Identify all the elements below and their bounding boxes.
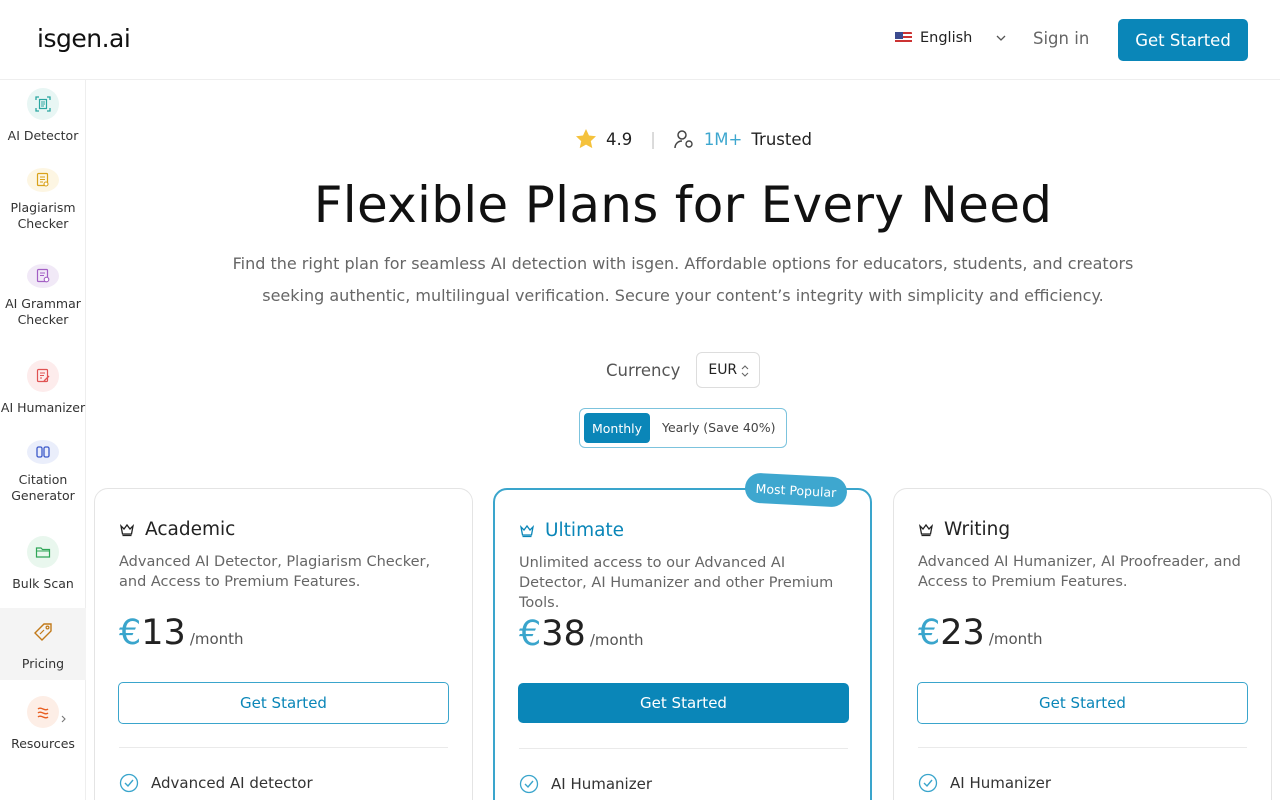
rating-separator: | bbox=[650, 129, 656, 149]
sidebar-item-label: Citation Generator bbox=[11, 472, 75, 503]
logo[interactable]: isgen.ai bbox=[37, 24, 131, 53]
feature-item: Advanced AI detector bbox=[119, 773, 313, 793]
sidebar: AI Detector Plagiarism Checker AI Gramma… bbox=[0, 80, 86, 800]
tag-icon bbox=[27, 616, 59, 648]
crown-icon bbox=[918, 523, 934, 536]
price-amount: 23 bbox=[940, 613, 985, 653]
most-popular-badge: Most Popular bbox=[744, 472, 848, 508]
sidebar-item-resources[interactable]: Resources bbox=[0, 688, 86, 760]
billing-toggle: Monthly Yearly (Save 40%) bbox=[579, 408, 787, 448]
document-search-icon bbox=[27, 168, 59, 192]
page-title: Flexible Plans for Every Need bbox=[313, 176, 1053, 234]
sort-arrows-icon bbox=[741, 365, 749, 377]
plan-description: Unlimited access to our Advanced AI Dete… bbox=[519, 555, 834, 611]
plan-card-academic: Academic Advanced AI Detector, Plagiaris… bbox=[94, 488, 473, 800]
academic-get-started-button[interactable]: Get Started bbox=[118, 682, 449, 724]
trusted-label: Trusted bbox=[751, 129, 812, 149]
check-circle-icon bbox=[119, 773, 139, 793]
feature-label: AI Humanizer bbox=[551, 775, 652, 793]
chevron-down-icon bbox=[996, 35, 1006, 41]
plan-title: Writing bbox=[918, 519, 1010, 540]
folder-icon bbox=[27, 536, 59, 568]
currency-row: Currency EUR bbox=[606, 352, 761, 388]
check-circle-icon bbox=[918, 773, 938, 793]
check-circle-icon bbox=[519, 774, 539, 794]
sidebar-item-plagiarism-checker[interactable]: Plagiarism Checker bbox=[0, 160, 86, 232]
writing-get-started-button[interactable]: Get Started bbox=[917, 682, 1248, 724]
price-period: /month bbox=[189, 630, 244, 648]
sidebar-item-pricing[interactable]: Pricing bbox=[0, 608, 86, 680]
rating-value: 4.9 bbox=[606, 129, 633, 149]
ultimate-get-started-button[interactable]: Get Started bbox=[518, 683, 849, 723]
crown-icon bbox=[519, 524, 535, 537]
document-scan-icon bbox=[27, 88, 59, 120]
price-amount: 13 bbox=[141, 613, 186, 653]
crown-icon bbox=[119, 523, 135, 536]
document-edit-icon bbox=[27, 264, 59, 288]
language-label: English bbox=[920, 30, 973, 46]
resources-icon bbox=[27, 696, 59, 728]
divider bbox=[519, 748, 848, 749]
star-icon bbox=[576, 129, 596, 149]
feature-label: AI Humanizer bbox=[950, 774, 1051, 792]
plan-description: Advanced AI Humanizer, AI Proofreader, a… bbox=[918, 554, 1241, 590]
plan-name: Academic bbox=[145, 519, 236, 540]
plan-description: Advanced AI Detector, Plagiarism Checker… bbox=[119, 554, 431, 590]
divider bbox=[918, 747, 1247, 748]
sidebar-item-ai-humanizer[interactable]: AI Humanizer bbox=[0, 352, 86, 424]
sidebar-item-label: AI Grammar Checker bbox=[5, 296, 81, 327]
sidebar-item-bulk-scan[interactable]: Bulk Scan bbox=[0, 528, 86, 600]
sidebar-item-label: Bulk Scan bbox=[12, 576, 74, 591]
sidebar-item-label: AI Humanizer bbox=[0, 400, 86, 415]
currency-symbol: € bbox=[119, 613, 142, 653]
top-header: isgen.ai English Sign in Get Started bbox=[0, 0, 1280, 80]
plan-title: Ultimate bbox=[519, 520, 624, 541]
feature-label: Advanced AI detector bbox=[151, 774, 313, 792]
rating-bar: 4.9 | 1M+ Trusted bbox=[574, 127, 812, 151]
billing-monthly-option[interactable]: Monthly bbox=[584, 413, 650, 443]
plan-card-writing: Writing Advanced AI Humanizer, AI Proofr… bbox=[893, 488, 1272, 800]
sign-in-link[interactable]: Sign in bbox=[1033, 29, 1089, 48]
sidebar-item-label: AI Detector bbox=[7, 128, 79, 143]
currency-value: EUR bbox=[708, 362, 738, 378]
plan-title: Academic bbox=[119, 519, 235, 540]
sidebar-item-citation-generator[interactable]: Citation Generator bbox=[0, 432, 86, 504]
price-period: /month bbox=[589, 631, 644, 649]
user-settings-icon bbox=[674, 130, 693, 149]
page-subtitle: Find the right plan for seamless AI dete… bbox=[232, 254, 1134, 305]
sidebar-item-ai-detector[interactable]: AI Detector bbox=[0, 80, 86, 152]
plan-name: Writing bbox=[944, 519, 1011, 540]
plan-price: € 38 /month bbox=[519, 614, 644, 654]
users-count: 1M+ bbox=[703, 129, 743, 149]
currency-symbol: € bbox=[918, 613, 941, 653]
plan-name: Ultimate bbox=[545, 520, 625, 541]
quote-icon bbox=[27, 440, 59, 464]
get-started-button[interactable]: Get Started bbox=[1118, 19, 1248, 61]
currency-label: Currency bbox=[606, 360, 681, 380]
feature-item: AI Humanizer bbox=[918, 773, 1051, 793]
plan-price: € 13 /month bbox=[119, 613, 244, 653]
price-period: /month bbox=[988, 630, 1043, 648]
sidebar-item-label: Plagiarism Checker bbox=[10, 200, 76, 231]
language-selector[interactable]: English bbox=[895, 30, 1006, 46]
us-flag-icon bbox=[895, 32, 912, 44]
currency-symbol: € bbox=[519, 614, 542, 654]
sidebar-item-ai-grammar-checker[interactable]: AI Grammar Checker bbox=[0, 256, 86, 328]
feature-item: AI Humanizer bbox=[519, 774, 652, 794]
plan-card-ultimate: Ultimate Unlimited access to our Advance… bbox=[493, 488, 872, 800]
chevron-right-icon bbox=[61, 715, 66, 723]
divider bbox=[119, 747, 448, 748]
currency-select[interactable]: EUR bbox=[696, 352, 761, 388]
sidebar-item-label: Pricing bbox=[21, 656, 65, 671]
billing-yearly-option[interactable]: Yearly (Save 40%) bbox=[662, 420, 776, 435]
price-amount: 38 bbox=[541, 614, 586, 654]
document-pen-icon bbox=[27, 360, 59, 392]
plan-price: € 23 /month bbox=[918, 613, 1043, 653]
sidebar-item-label: Resources bbox=[11, 736, 75, 751]
